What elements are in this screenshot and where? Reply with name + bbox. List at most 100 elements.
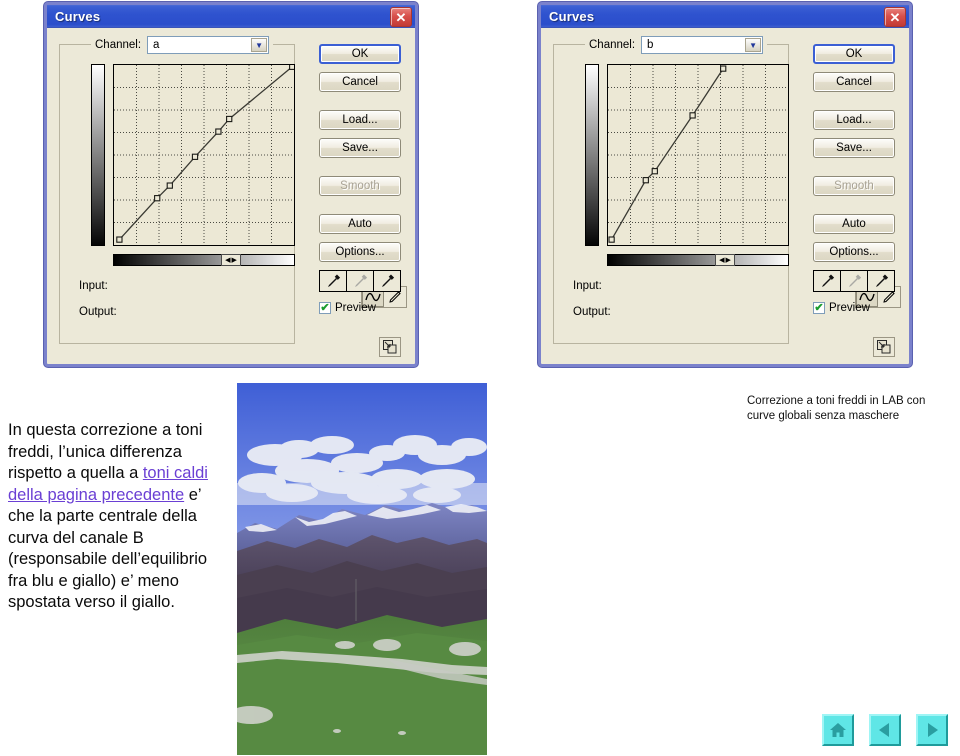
channel-value: a (153, 39, 160, 51)
curve-line (118, 66, 293, 241)
next-button[interactable] (916, 714, 948, 746)
expand-icon (877, 340, 891, 354)
slide-page: Curves ✕ Channel: a ▼ ◀ ▶ Input: Output:… (0, 0, 960, 756)
curve-control-point[interactable] (289, 65, 294, 70)
channel-label: Channel: (589, 39, 636, 51)
curve-control-point[interactable] (608, 236, 615, 243)
black-eyedropper-icon[interactable] (320, 271, 347, 291)
ramp-direction-toggle[interactable]: ◀ ▶ (715, 254, 735, 266)
load-button[interactable]: Load... (319, 110, 401, 130)
expand-dialog-button[interactable] (873, 337, 895, 357)
dialog-body: Channel: b ▼ ◀ ▶ Input: Output: OK Cance… (541, 28, 909, 365)
right-arrow-icon: ▶ (231, 257, 237, 264)
curve-plot (608, 65, 788, 245)
curve-control-point[interactable] (215, 128, 222, 135)
auto-button[interactable]: Auto (813, 214, 895, 234)
preview-checkbox-row[interactable]: ✔ Preview (319, 302, 401, 314)
channel-select[interactable]: a ▼ (147, 36, 270, 54)
channel-select[interactable]: b ▼ (641, 36, 764, 54)
ok-button[interactable]: OK (319, 44, 401, 64)
grid-lines (608, 65, 788, 245)
channel-row: Channel: b ▼ (585, 36, 768, 54)
explanatory-text: In questa correzione a toni freddi, l’un… (8, 420, 226, 614)
load-button[interactable]: Load... (813, 110, 895, 130)
preview-checkbox-row[interactable]: ✔ Preview (813, 302, 895, 314)
preview-checkbox[interactable]: ✔ (813, 302, 825, 314)
black-eyedropper-icon[interactable] (814, 271, 841, 291)
white-eyedropper-icon[interactable] (868, 271, 894, 291)
curve-control-point[interactable] (191, 153, 199, 160)
curves-dialog-b: Curves ✕ Channel: b ▼ ◀ ▶ Input: Output:… (538, 2, 912, 367)
dialog-title: Curves (55, 8, 101, 24)
input-label: Input: (79, 280, 108, 292)
right-arrow-icon: ▶ (725, 257, 731, 264)
previous-button[interactable] (869, 714, 901, 746)
eyedropper-glyph (327, 274, 340, 287)
curve-control-point[interactable] (642, 177, 649, 184)
close-icon[interactable]: ✕ (884, 7, 906, 27)
gray-eyedropper-icon[interactable] (841, 271, 868, 291)
close-icon[interactable]: ✕ (390, 7, 412, 27)
save-button[interactable]: Save... (319, 138, 401, 158)
eyedropper-glyph (875, 274, 888, 287)
curve-graph-b[interactable] (607, 64, 789, 246)
curve-control-point[interactable] (166, 182, 173, 189)
auto-button[interactable]: Auto (319, 214, 401, 234)
save-button[interactable]: Save... (813, 138, 895, 158)
options-button[interactable]: Options... (319, 242, 401, 262)
expand-dialog-button[interactable] (379, 337, 401, 357)
next-icon (928, 723, 938, 737)
left-arrow-icon: ◀ (225, 257, 231, 264)
dialog-button-column: OK Cancel Load... Save... Smooth Auto Op… (319, 44, 401, 314)
vertical-gradient-ramp (585, 64, 599, 246)
input-label: Input: (573, 280, 602, 292)
channel-row: Channel: a ▼ (91, 36, 274, 54)
eyedropper-group (813, 270, 895, 292)
curve-control-point[interactable] (226, 115, 233, 123)
vertical-gradient-ramp (91, 64, 105, 246)
options-button[interactable]: Options... (813, 242, 895, 262)
curve-control-point[interactable] (154, 195, 161, 202)
cancel-button[interactable]: Cancel (319, 72, 401, 92)
mountain-photograph (237, 383, 487, 755)
curve-control-point[interactable] (116, 236, 123, 243)
eyedropper-glyph (821, 274, 834, 287)
eyedropper-glyph (381, 274, 394, 287)
ramp-direction-toggle[interactable]: ◀ ▶ (221, 254, 241, 266)
curve-control-point[interactable] (651, 168, 658, 175)
white-eyedropper-icon[interactable] (374, 271, 400, 291)
preview-label: Preview (335, 302, 376, 314)
grid-lines (114, 65, 294, 245)
curves-dialog-a: Curves ✕ Channel: a ▼ ◀ ▶ Input: Output:… (44, 2, 418, 367)
preview-label: Preview (829, 302, 870, 314)
curve-line (611, 68, 724, 240)
antenna-mast (355, 579, 357, 621)
eyedropper-glyph (354, 274, 367, 287)
ok-button[interactable]: OK (813, 44, 895, 64)
cancel-button[interactable]: Cancel (813, 72, 895, 92)
chevron-down-icon[interactable]: ▼ (745, 38, 762, 52)
dialog-titlebar[interactable]: Curves ✕ (47, 5, 415, 28)
curve-control-point[interactable] (689, 112, 696, 119)
chevron-down-icon[interactable]: ▼ (251, 38, 268, 52)
dialog-titlebar[interactable]: Curves ✕ (541, 5, 909, 28)
text-part-2: e’ che la parte centrale della curva del… (8, 485, 208, 612)
gray-eyedropper-icon[interactable] (347, 271, 374, 291)
curve-graph-a[interactable] (113, 64, 295, 246)
left-arrow-icon: ◀ (719, 257, 725, 264)
curve-control-point[interactable] (720, 65, 727, 72)
preview-checkbox[interactable]: ✔ (319, 302, 331, 314)
eyedropper-group (319, 270, 401, 292)
channel-value: b (647, 39, 654, 51)
dialog-title: Curves (549, 8, 595, 24)
home-icon (830, 723, 846, 737)
photo-content (237, 383, 487, 755)
home-button[interactable] (822, 714, 854, 746)
output-label: Output: (573, 306, 611, 318)
